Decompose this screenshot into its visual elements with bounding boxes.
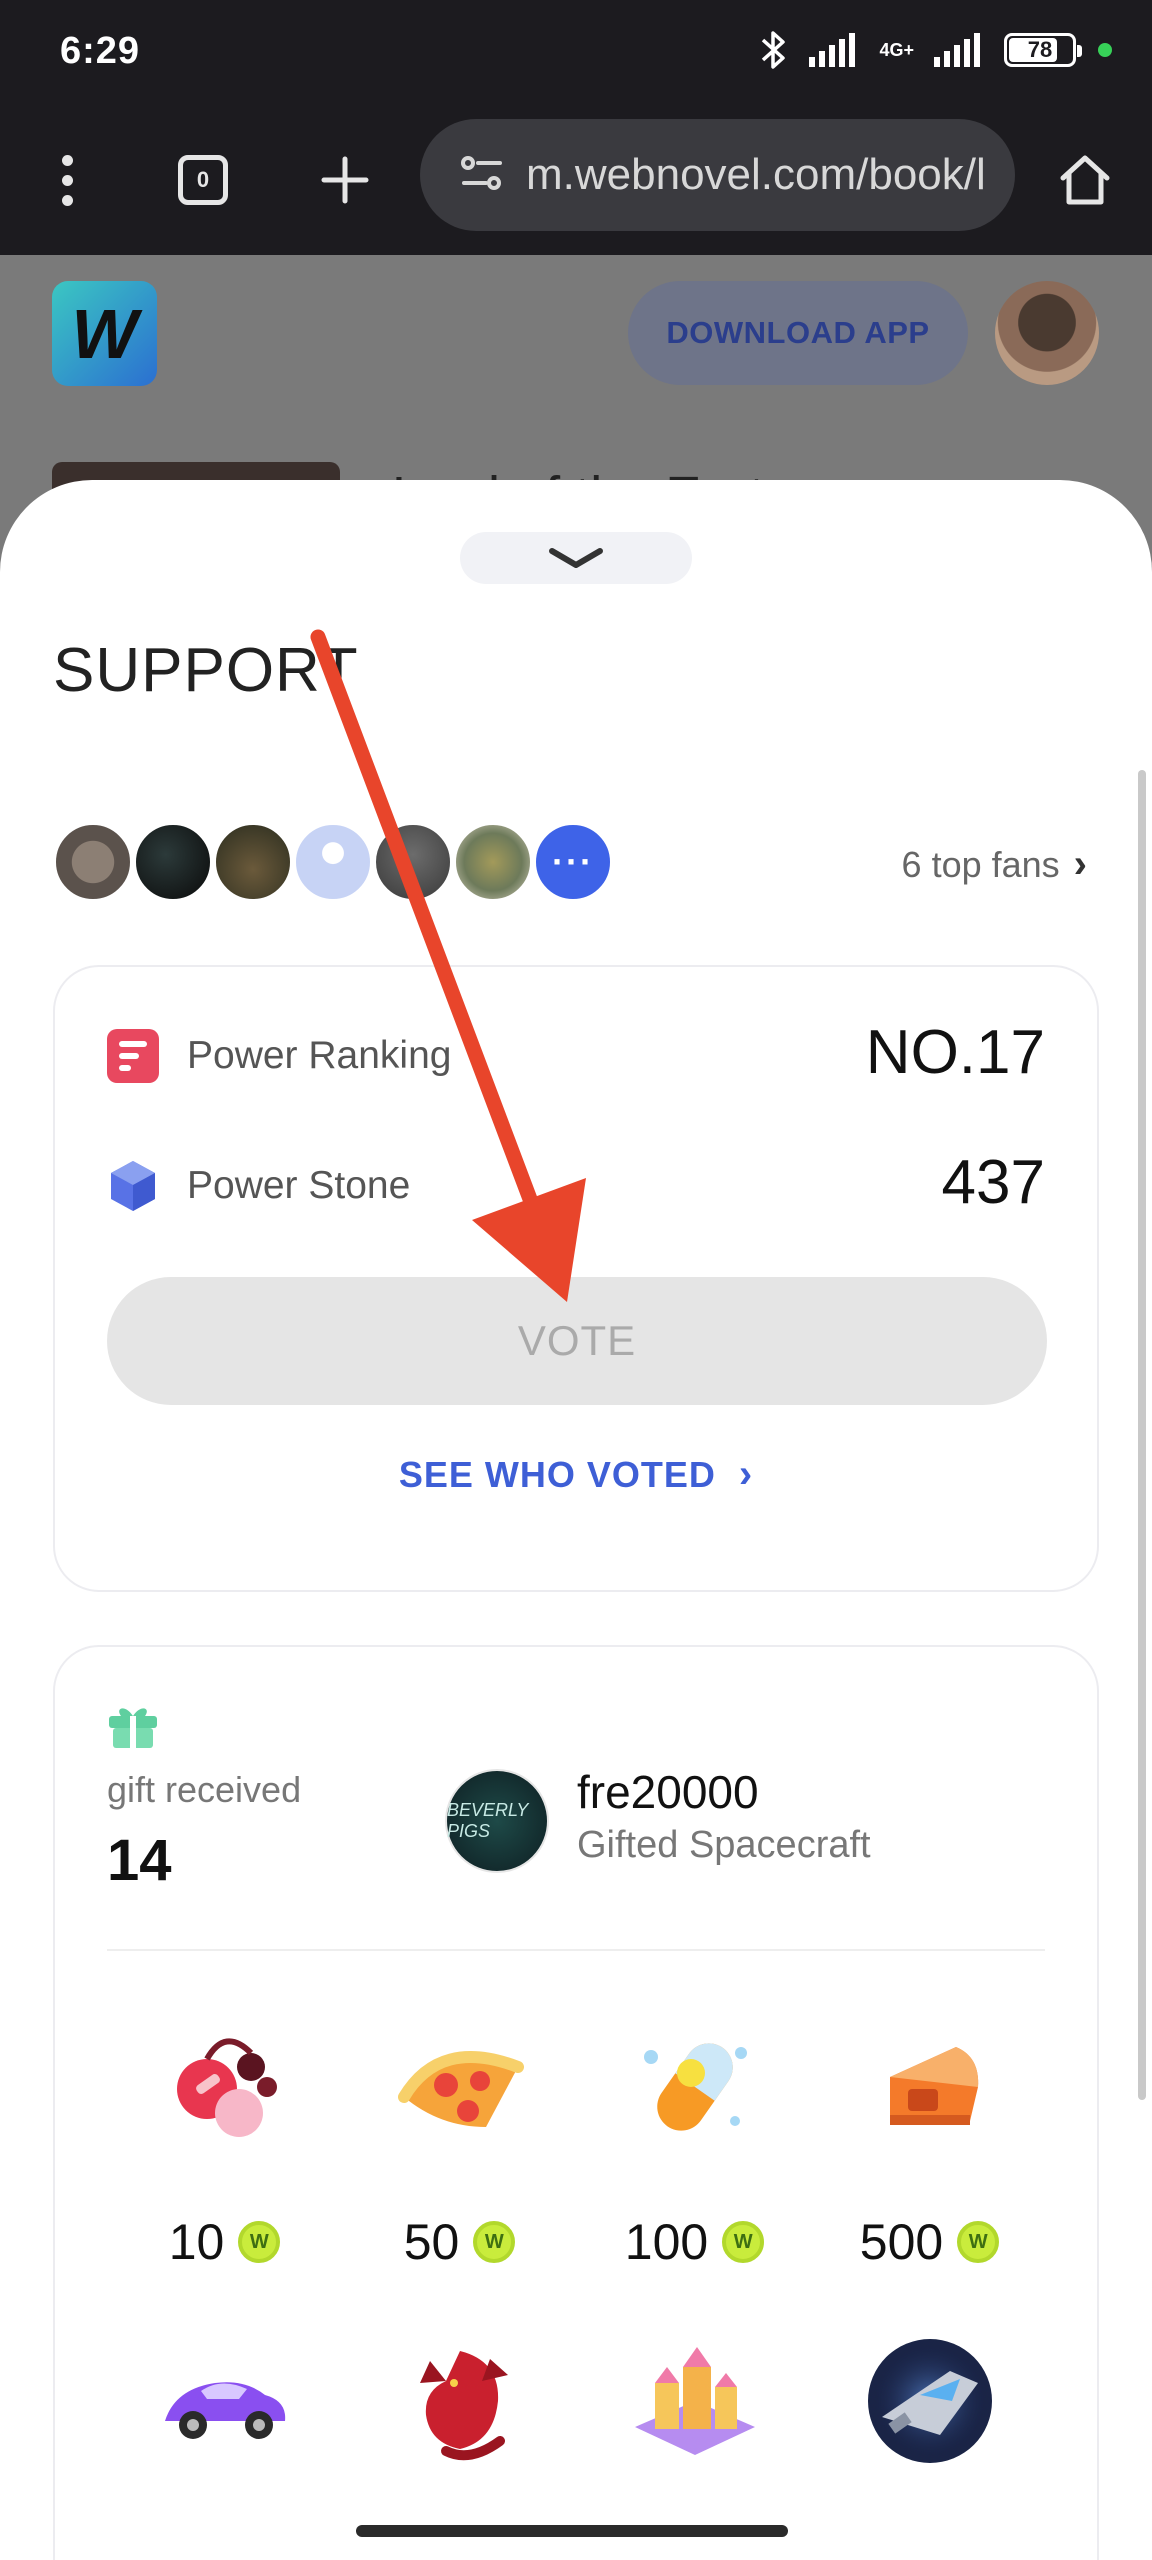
gift-item-cherries[interactable]: 10 W <box>107 2017 342 2271</box>
power-stone-icon <box>107 1159 159 1213</box>
car-gift-icon <box>155 2331 295 2471</box>
battery-level: 78 <box>1027 37 1053 62</box>
gift-price: 10 <box>168 2214 225 2270</box>
coin-icon: W <box>473 2221 516 2263</box>
status-icons: 4G+ 78 <box>759 28 1112 72</box>
gift-item-pill[interactable]: 100 W <box>577 2017 812 2271</box>
chevron-down-icon <box>549 548 603 568</box>
coin-icon: W <box>722 2221 765 2263</box>
url-bar[interactable]: m.webnovel.com/book/l <box>420 119 1015 231</box>
gift-item-whistle[interactable]: 500 W <box>812 2017 1047 2271</box>
status-time: 6:29 <box>60 30 141 72</box>
scrollbar[interactable] <box>1138 770 1146 2100</box>
chevron-right-icon: › <box>1073 842 1087 886</box>
gift-price: 500 <box>859 2214 944 2270</box>
fan-avatar <box>293 822 373 902</box>
battery-icon: 78 <box>1004 33 1082 67</box>
gifter-action: Gifted Spacecraft <box>577 1824 871 1866</box>
home-button[interactable] <box>1045 140 1125 220</box>
fan-avatar <box>453 822 533 902</box>
gift-received-label: gift received <box>107 1769 302 1810</box>
top-fans-label: 6 top fans <box>901 843 1060 885</box>
pizza-gift-icon <box>390 2017 530 2157</box>
gift-icon <box>107 1702 159 1750</box>
vote-button[interactable]: VOTE <box>107 1277 1047 1405</box>
url-text: m.webnovel.com/book/l <box>526 150 986 199</box>
gift-card: gift received 14 BEVERLY PIGS fre20000 G… <box>53 1645 1099 2560</box>
signal-2-icon <box>932 33 986 67</box>
divider <box>107 1949 1045 1951</box>
webnovel-logo[interactable]: W <box>52 281 157 386</box>
user-avatar[interactable] <box>995 281 1099 385</box>
gift-price-row: 100 W <box>624 2213 765 2271</box>
screen: 6:29 4G+ 78 0 m.webnovel.com/book/l W DO… <box>0 0 1152 2560</box>
see-who-voted-label: SEE WHO VOTED <box>398 1454 716 1495</box>
see-who-voted-link[interactable]: SEE WHO VOTED › <box>55 1452 1097 1497</box>
gifter-avatar[interactable]: BEVERLY PIGS <box>445 1769 549 1873</box>
download-app-button[interactable]: DOWNLOAD APP <box>628 281 968 385</box>
chevron-right-icon: › <box>738 1452 754 1496</box>
gift-count: 14 <box>107 1828 172 1893</box>
site-settings-icon[interactable] <box>460 153 504 198</box>
power-ranking-icon <box>107 1029 159 1083</box>
power-stone-value: 437 <box>941 1148 1045 1217</box>
power-stone-row: Power Stone <box>107 1159 410 1213</box>
home-icon <box>1060 155 1110 205</box>
dragon-gift-icon <box>390 2331 530 2471</box>
spacecraft-gift-icon <box>860 2331 1000 2471</box>
bluetooth-icon <box>759 30 789 70</box>
more-fans-icon[interactable]: ··· <box>533 822 613 902</box>
gifter-name: fre20000 <box>577 1766 759 1818</box>
power-ranking-row: Power Ranking <box>107 1029 451 1083</box>
castle-gift-icon <box>625 2331 765 2471</box>
support-sheet: SUPPORT ··· 6 top fans › Power Ranking N… <box>0 480 1152 2560</box>
coin-icon: W <box>238 2221 281 2263</box>
network-type: 4G+ <box>879 40 914 60</box>
gift-item-pizza[interactable]: 50 W <box>342 2017 577 2271</box>
gift-item-spacecraft[interactable] <box>812 2331 1047 2471</box>
power-card: Power Ranking NO.17 Power Stone 437 VOTE… <box>53 965 1099 1592</box>
sheet-title: SUPPORT <box>53 636 359 705</box>
fan-avatar <box>213 822 293 902</box>
gift-price-row: 500 W <box>859 2213 1000 2271</box>
coin-icon: W <box>957 2221 1000 2263</box>
gift-price-row: 10 W <box>169 2213 281 2271</box>
power-ranking-label: Power Ranking <box>187 1034 452 1077</box>
power-stone-label: Power Stone <box>187 1164 411 1207</box>
tabs-button[interactable]: 0 <box>163 140 243 220</box>
top-fans-avatars[interactable]: ··· <box>53 822 613 906</box>
tabs-icon: 0 <box>178 155 228 205</box>
power-ranking-value: NO.17 <box>865 1018 1045 1087</box>
browser-toolbar: 0 m.webnovel.com/book/l <box>0 105 1152 255</box>
status-bar: 6:29 4G+ 78 <box>0 0 1152 105</box>
kebab-menu-icon[interactable] <box>27 140 107 220</box>
fan-avatar <box>373 822 453 902</box>
gift-price-row: 50 W <box>404 2213 516 2271</box>
signal-icon <box>807 33 861 67</box>
gift-grid: 10 W 50 W 100 W 500 W <box>107 2017 1047 2471</box>
top-fans-link[interactable]: 6 top fans › <box>902 842 1087 887</box>
plus-icon <box>321 156 369 204</box>
privacy-indicator-dot <box>1098 43 1112 57</box>
home-indicator[interactable] <box>356 2525 788 2537</box>
collapse-handle[interactable] <box>460 532 692 584</box>
pill-gift-icon <box>625 2017 765 2157</box>
new-tab-button[interactable] <box>305 140 385 220</box>
whistle-gift-icon <box>860 2017 1000 2157</box>
gift-price: 100 <box>624 2214 709 2270</box>
gift-item-castle[interactable] <box>577 2331 812 2471</box>
cherries-gift-icon <box>155 2017 295 2157</box>
fan-avatar <box>53 822 133 902</box>
gift-item-dragon[interactable] <box>342 2331 577 2471</box>
gift-price: 50 <box>403 2214 460 2270</box>
fan-avatar <box>133 822 213 902</box>
gift-item-car[interactable] <box>107 2331 342 2471</box>
